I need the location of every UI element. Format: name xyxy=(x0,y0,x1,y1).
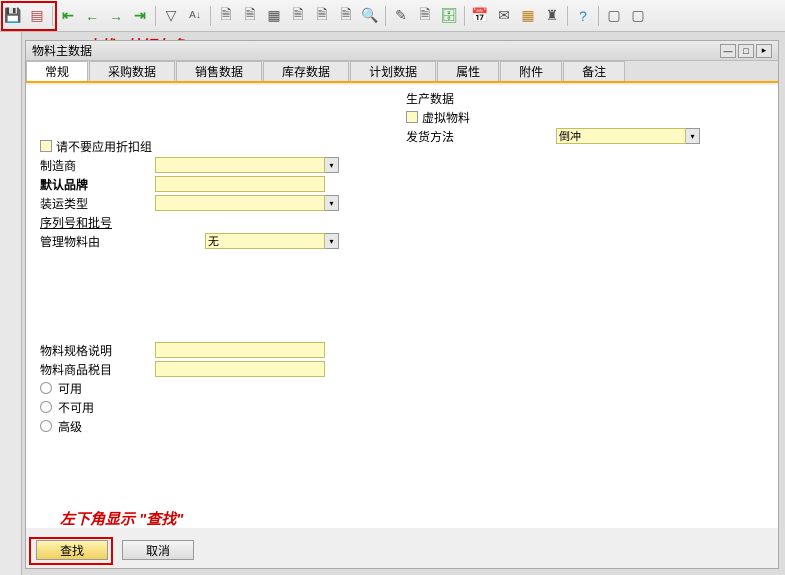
material-master-window: 物料主数据 — □ ▸ 常规 采购数据 销售数据 库存数据 计划数据 属性 附件… xyxy=(25,40,779,569)
manage-by-dropdown[interactable]: ▾ xyxy=(325,233,339,249)
tab-attachment[interactable]: 附件 xyxy=(500,61,562,81)
prod-data-label: 生产数据 xyxy=(406,90,454,107)
default-brand-label: 默认品牌 xyxy=(40,176,155,193)
tab-sales[interactable]: 销售数据 xyxy=(176,61,262,81)
window-title: 物料主数据 xyxy=(32,42,92,59)
manufacturer-input[interactable] xyxy=(155,157,325,173)
separator xyxy=(598,6,599,26)
mail-icon[interactable]: ✉ xyxy=(493,4,515,28)
tab-strip: 常规 采购数据 销售数据 库存数据 计划数据 属性 附件 备注 xyxy=(26,61,778,83)
ship-method-dropdown[interactable]: ▾ xyxy=(686,128,700,144)
virtual-checkbox[interactable] xyxy=(406,111,418,123)
button-row: 查找 取消 xyxy=(36,540,194,560)
tab-purchase[interactable]: 采购数据 xyxy=(89,61,175,81)
radio-advanced-label: 高级 xyxy=(58,418,82,435)
note-icon[interactable]: 🗎 xyxy=(414,4,436,28)
ship-method-input[interactable] xyxy=(556,128,686,144)
radio-available-label: 可用 xyxy=(58,380,82,397)
separator xyxy=(155,6,156,26)
sort-icon[interactable]: A↓ xyxy=(184,4,206,28)
minimize-button[interactable]: — xyxy=(720,44,736,58)
serial-batch-label: 序列号和批号 xyxy=(40,214,155,231)
spec-desc-label: 物料规格说明 xyxy=(40,342,155,359)
radio-available[interactable] xyxy=(40,382,52,394)
window-titlebar: 物料主数据 — □ ▸ xyxy=(26,41,778,61)
maximize-button[interactable]: □ xyxy=(738,44,754,58)
find-button[interactable]: 查找 xyxy=(36,540,108,560)
grid-icon[interactable]: ▦ xyxy=(517,4,539,28)
next-icon[interactable]: → xyxy=(105,4,127,28)
help-icon[interactable]: ? xyxy=(572,4,594,28)
last-icon[interactable]: ⇥ xyxy=(129,4,151,28)
discount-label: 请不要应用折扣组 xyxy=(56,138,152,155)
tax-item-input[interactable] xyxy=(155,361,325,377)
manage-by-input[interactable] xyxy=(205,233,325,249)
separator xyxy=(52,6,53,26)
separator xyxy=(464,6,465,26)
calc-icon[interactable]: ▦ xyxy=(263,4,285,28)
radio-unavailable-label: 不可用 xyxy=(58,399,94,416)
tax-item-label: 物料商品税目 xyxy=(40,361,155,378)
radio-unavailable[interactable] xyxy=(40,401,52,413)
form-body: 请不要应用折扣组 制造商 ▾ 默认品牌 装运类型 ▾ 序列号和批号 管理物料由 … xyxy=(26,85,778,528)
tab-properties[interactable]: 属性 xyxy=(437,61,499,81)
first-icon[interactable]: ⇤ xyxy=(57,4,79,28)
discount-checkbox[interactable] xyxy=(40,140,52,152)
ship-type-input[interactable] xyxy=(155,195,325,211)
box2-icon[interactable]: ▢ xyxy=(627,4,649,28)
manufacturer-dropdown[interactable]: ▾ xyxy=(325,157,339,173)
radio-advanced[interactable] xyxy=(40,420,52,432)
doc3-icon[interactable]: 🗎 xyxy=(287,4,309,28)
tab-remarks[interactable]: 备注 xyxy=(563,61,625,81)
doc5-icon[interactable]: 🗎 xyxy=(335,4,357,28)
list-icon[interactable]: ▤ xyxy=(26,4,48,28)
left-vertical-bar xyxy=(0,32,22,575)
separator xyxy=(567,6,568,26)
ship-type-label: 装运类型 xyxy=(40,195,155,212)
manufacturer-label: 制造商 xyxy=(40,157,155,174)
prev-icon[interactable]: ← xyxy=(81,4,103,28)
tab-inventory[interactable]: 库存数据 xyxy=(263,61,349,81)
ship-method-label: 发货方法 xyxy=(406,128,556,145)
tab-general[interactable]: 常规 xyxy=(26,61,88,81)
separator xyxy=(385,6,386,26)
separator xyxy=(210,6,211,26)
default-brand-input[interactable] xyxy=(155,176,325,192)
doc1-icon[interactable]: 🗎 xyxy=(215,4,237,28)
find-icon[interactable]: 🔍 xyxy=(359,4,381,28)
spec-desc-input[interactable] xyxy=(155,342,325,358)
filter-icon[interactable]: ▽ xyxy=(160,4,182,28)
main-toolbar: 💾 ▤ ⇤ ← → ⇥ ▽ A↓ 🗎 🗎 ▦ 🗎 🗎 🗎 🔍 ✎ 🗎 🗄 📅 ✉… xyxy=(0,0,785,32)
edit-icon[interactable]: ✎ xyxy=(390,4,412,28)
manage-by-label: 管理物料由 xyxy=(40,233,155,250)
db-icon[interactable]: 🗄 xyxy=(438,4,460,28)
tab-planning[interactable]: 计划数据 xyxy=(350,61,436,81)
virtual-label: 虚拟物料 xyxy=(422,109,470,126)
ship-type-dropdown[interactable]: ▾ xyxy=(325,195,339,211)
calendar-icon[interactable]: 📅 xyxy=(469,4,491,28)
doc2-icon[interactable]: 🗎 xyxy=(239,4,261,28)
box1-icon[interactable]: ▢ xyxy=(603,4,625,28)
save-icon[interactable]: 💾 xyxy=(2,4,24,28)
cancel-button[interactable]: 取消 xyxy=(122,540,194,560)
right-column: 生产数据 虚拟物料 发货方法 ▾ xyxy=(406,89,700,146)
doc4-icon[interactable]: 🗎 xyxy=(311,4,333,28)
org-icon[interactable]: ♜ xyxy=(541,4,563,28)
expand-button[interactable]: ▸ xyxy=(756,44,772,58)
